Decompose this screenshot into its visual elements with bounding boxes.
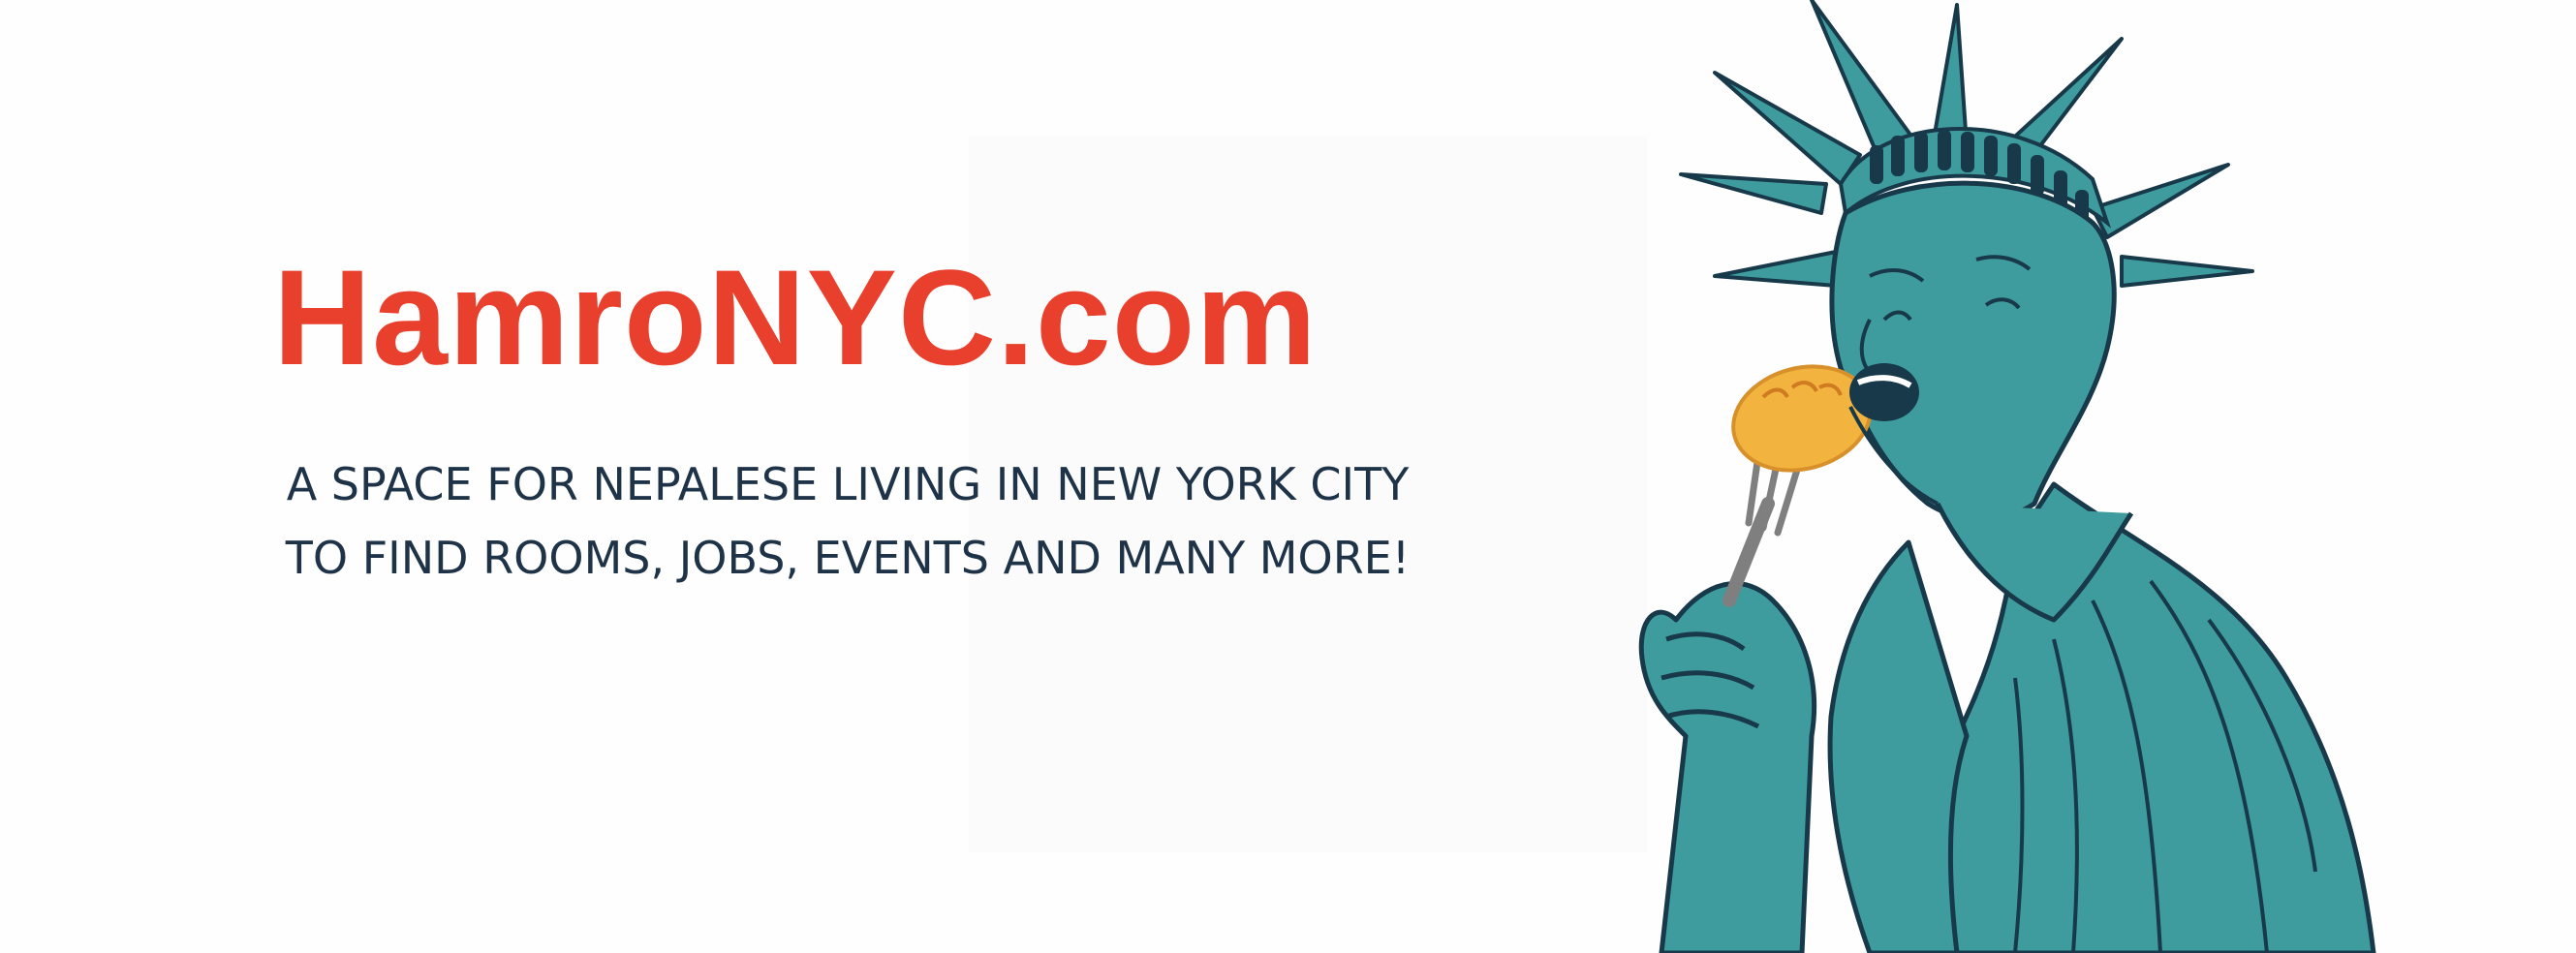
- statue-of-liberty-icon: [1638, 0, 2376, 953]
- tagline-line-2: TO FIND ROOMS, JOBS, EVENTS AND MANY MOR…: [285, 532, 1411, 584]
- arm-and-hand: [1638, 581, 1817, 953]
- head-and-body: [1827, 180, 2376, 953]
- fork: [1723, 451, 1801, 607]
- site-title: HamroNYC.com: [273, 241, 1318, 393]
- tagline: A SPACE FOR NEPALESE LIVING IN NEW YORK …: [281, 447, 1414, 595]
- hero-banner: HamroNYC.com A SPACE FOR NEPALESE LIVING…: [0, 0, 2576, 953]
- mouth: [1849, 363, 1919, 421]
- tagline-line-1: A SPACE FOR NEPALESE LIVING IN NEW YORK …: [286, 458, 1410, 510]
